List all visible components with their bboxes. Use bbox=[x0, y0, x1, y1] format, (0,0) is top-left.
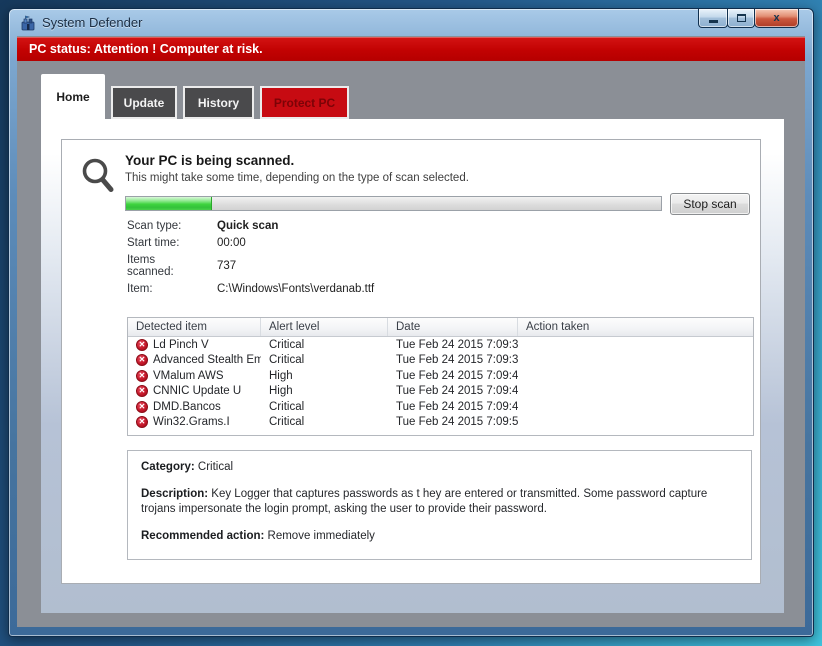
scan-detail-value: C:\Windows\Fonts\verdanab.ttf bbox=[217, 283, 374, 295]
threat-error-icon: ✕ bbox=[136, 354, 148, 366]
threat-name: Win32.Grams.I bbox=[153, 416, 230, 428]
scan-progress-bar bbox=[125, 196, 662, 211]
threat-name: Ld Pinch V bbox=[153, 339, 209, 351]
scan-detail-value: Quick scan bbox=[217, 220, 278, 232]
threat-error-icon: ✕ bbox=[136, 401, 148, 413]
threat-description-panel: Category: Critical Description: Key Logg… bbox=[127, 450, 752, 560]
date-cell: Tue Feb 24 2015 7:09:50 AM bbox=[388, 416, 518, 428]
scan-detail-value: 00:00 bbox=[217, 237, 246, 249]
alert-level-cell: High bbox=[261, 370, 388, 382]
table-row[interactable]: ✕ Advanced Stealth Email...CriticalTue Fe… bbox=[128, 353, 753, 369]
date-cell: Tue Feb 24 2015 7:09:34 AM bbox=[388, 339, 518, 351]
client-area: PC status: Attention ! Computer at risk.… bbox=[17, 36, 805, 627]
category-label: Category: bbox=[141, 461, 195, 473]
scan-detail-label: Scan type: bbox=[127, 220, 217, 232]
magnifier-icon bbox=[78, 156, 120, 203]
date-cell: Tue Feb 24 2015 7:09:47 AM bbox=[388, 401, 518, 413]
maximize-button[interactable] bbox=[727, 9, 755, 28]
category-value: Critical bbox=[195, 461, 233, 473]
category-line: Category: Critical bbox=[141, 460, 738, 476]
scan-detail-row: Items scanned: 737 bbox=[127, 254, 547, 278]
tab-home[interactable]: Home bbox=[41, 74, 105, 119]
date-cell: Tue Feb 24 2015 7:09:44 AM bbox=[388, 385, 518, 397]
table-row[interactable]: ✕ CNNIC Update U HighTue Feb 24 2015 7:09:… bbox=[128, 384, 753, 400]
tab-content-home: Your PC is being scanned. This might tak… bbox=[41, 119, 784, 613]
tab-update[interactable]: Update bbox=[111, 86, 177, 119]
tab-history[interactable]: History bbox=[183, 86, 254, 119]
description-label: Description: bbox=[141, 488, 208, 500]
scan-detail-value: 737 bbox=[217, 260, 236, 272]
scan-progress-fill bbox=[126, 197, 212, 210]
threat-error-icon: ✕ bbox=[136, 339, 148, 351]
table-header-row: Detected itemAlert levelDateAction taken bbox=[128, 318, 753, 337]
scan-detail-label: Start time: bbox=[127, 237, 217, 249]
column-header-date[interactable]: Date bbox=[388, 318, 518, 336]
recommended-action-value: Remove immediately bbox=[264, 530, 375, 542]
detected-item-cell: ✕ Ld Pinch V bbox=[128, 339, 261, 351]
scan-heading: Your PC is being scanned. bbox=[125, 153, 294, 168]
table-row[interactable]: ✕ DMD.Bancos CriticalTue Feb 24 2015 7:09:… bbox=[128, 399, 753, 415]
table-row[interactable]: ✕ VMalum AWS HighTue Feb 24 2015 7:09:40 A… bbox=[128, 368, 753, 384]
minimize-button[interactable] bbox=[698, 9, 728, 28]
detected-item-cell: ✕ Win32.Grams.I bbox=[128, 416, 261, 428]
date-cell: Tue Feb 24 2015 7:09:40 AM bbox=[388, 370, 518, 382]
threat-error-icon: ✕ bbox=[136, 416, 148, 428]
app-window: System Defender x PC status: Attention !… bbox=[8, 8, 814, 637]
column-header-detected-item[interactable]: Detected item bbox=[128, 318, 261, 336]
column-header-action-taken[interactable]: Action taken bbox=[518, 318, 753, 336]
scan-subheading: This might take some time, depending on … bbox=[125, 172, 469, 184]
recommended-action-label: Recommended action: bbox=[141, 530, 264, 542]
scan-details: Scan type:Quick scanStart time:00:00Item… bbox=[127, 220, 547, 300]
threat-name: Advanced Stealth Email... bbox=[153, 354, 261, 366]
threat-name: DMD.Bancos bbox=[153, 401, 221, 413]
threat-name: VMalum AWS bbox=[153, 370, 224, 382]
pc-status-banner: PC status: Attention ! Computer at risk. bbox=[17, 37, 805, 61]
alert-level-cell: Critical bbox=[261, 401, 388, 413]
column-header-alert-level[interactable]: Alert level bbox=[261, 318, 388, 336]
description-value: Key Logger that captures passwords as t … bbox=[141, 488, 707, 516]
detected-item-cell: ✕ DMD.Bancos bbox=[128, 401, 261, 413]
scan-detail-row: Item:C:\Windows\Fonts\verdanab.ttf bbox=[127, 283, 547, 295]
threat-name: CNNIC Update U bbox=[153, 385, 241, 397]
window-controls: x bbox=[699, 9, 799, 28]
scan-detail-label: Items scanned: bbox=[127, 254, 199, 278]
detected-item-cell: ✕ CNNIC Update U bbox=[128, 385, 261, 397]
recommended-action-line: Recommended action: Remove immediately bbox=[141, 529, 738, 545]
scan-detail-row: Start time:00:00 bbox=[127, 237, 547, 249]
table-row[interactable]: ✕ Ld Pinch V CriticalTue Feb 24 2015 7:09:… bbox=[128, 337, 753, 353]
scan-detail-label: Item: bbox=[127, 283, 217, 295]
minimize-icon bbox=[709, 20, 718, 23]
alert-level-cell: High bbox=[261, 385, 388, 397]
maximize-icon bbox=[737, 14, 746, 22]
threat-error-icon: ✕ bbox=[136, 385, 148, 397]
scan-detail-row: Scan type:Quick scan bbox=[127, 220, 547, 232]
alert-level-cell: Critical bbox=[261, 339, 388, 351]
scan-panel: Your PC is being scanned. This might tak… bbox=[61, 139, 761, 584]
tab-strip: HomeUpdateHistoryProtect PC bbox=[41, 74, 355, 119]
app-icon bbox=[20, 15, 36, 31]
threat-error-icon: ✕ bbox=[136, 370, 148, 382]
detected-item-cell: ✕ VMalum AWS bbox=[128, 370, 261, 382]
stop-scan-button[interactable]: Stop scan bbox=[670, 193, 750, 215]
detected-items-table[interactable]: Detected itemAlert levelDateAction taken… bbox=[127, 317, 754, 436]
close-button[interactable]: x bbox=[754, 9, 799, 28]
tab-protect-pc[interactable]: Protect PC bbox=[260, 86, 349, 119]
detected-item-cell: ✕ Advanced Stealth Email... bbox=[128, 354, 261, 366]
title-bar[interactable]: System Defender x bbox=[9, 9, 813, 36]
alert-level-cell: Critical bbox=[261, 354, 388, 366]
table-body: ✕Ld Pinch VCriticalTue Feb 24 2015 7:09:… bbox=[128, 337, 753, 430]
date-cell: Tue Feb 24 2015 7:09:37 AM bbox=[388, 354, 518, 366]
window-title: System Defender bbox=[42, 15, 142, 30]
table-row[interactable]: ✕ Win32.Grams.I CriticalTue Feb 24 2015 7:… bbox=[128, 415, 753, 431]
close-icon: x bbox=[773, 12, 779, 24]
alert-level-cell: Critical bbox=[261, 416, 388, 428]
description-line: Description: Key Logger that captures pa… bbox=[141, 487, 721, 518]
